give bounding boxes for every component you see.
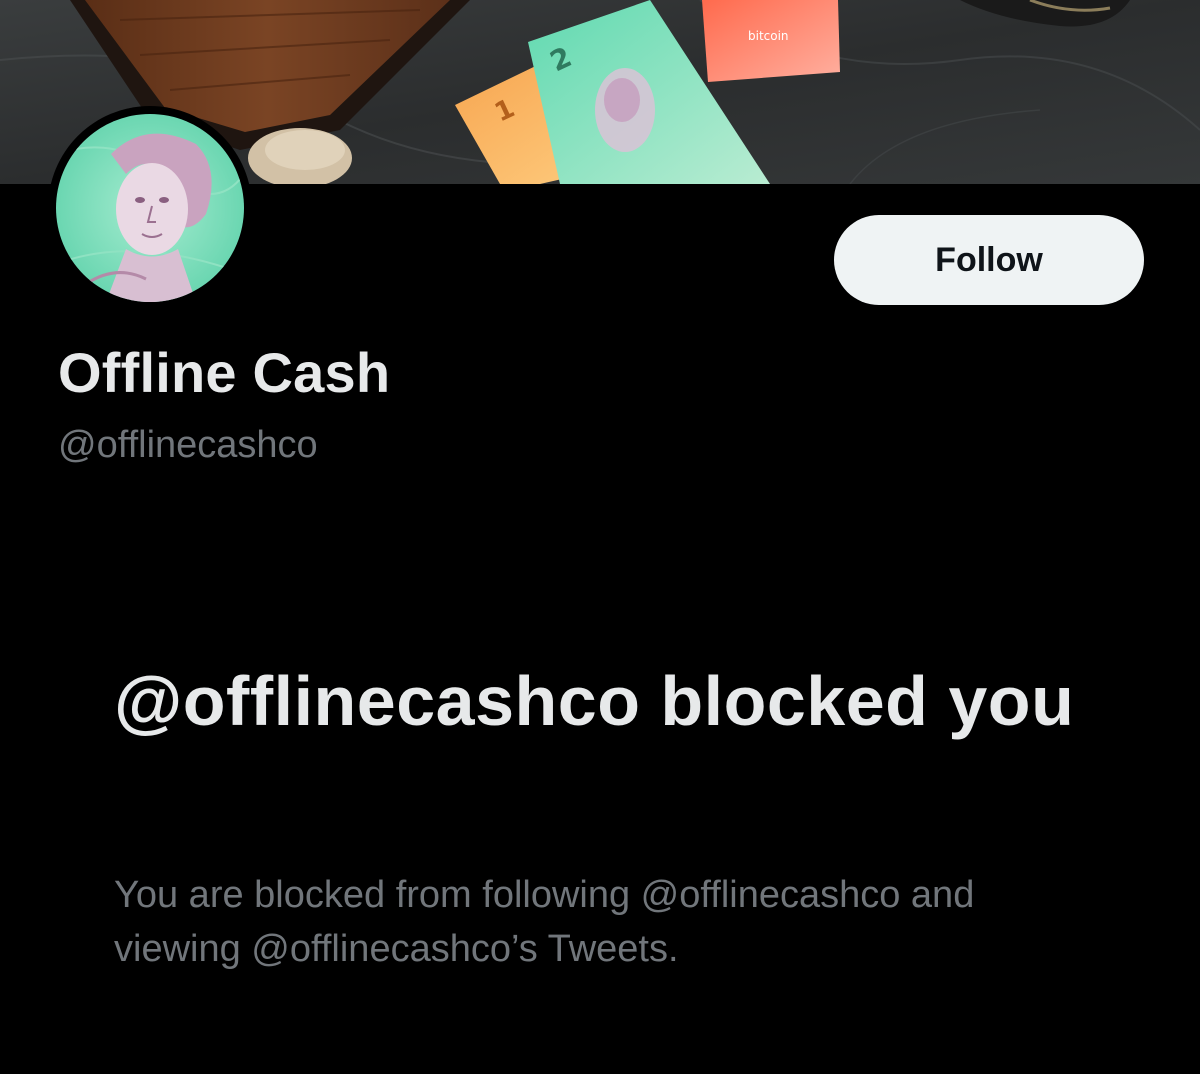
profile-display-name: Offline Cash: [58, 341, 391, 404]
blocked-notice-description: You are blocked from following @offlinec…: [114, 874, 975, 970]
profile-handle: @offlinecashco: [58, 424, 318, 466]
follow-button[interactable]: Follow: [834, 215, 1144, 305]
blocked-notice-title: @offlinecashco blocked you: [114, 662, 1075, 740]
svg-text:bitcoin: bitcoin: [748, 29, 789, 43]
profile-avatar[interactable]: [48, 106, 252, 310]
avatar-image: [56, 114, 244, 302]
